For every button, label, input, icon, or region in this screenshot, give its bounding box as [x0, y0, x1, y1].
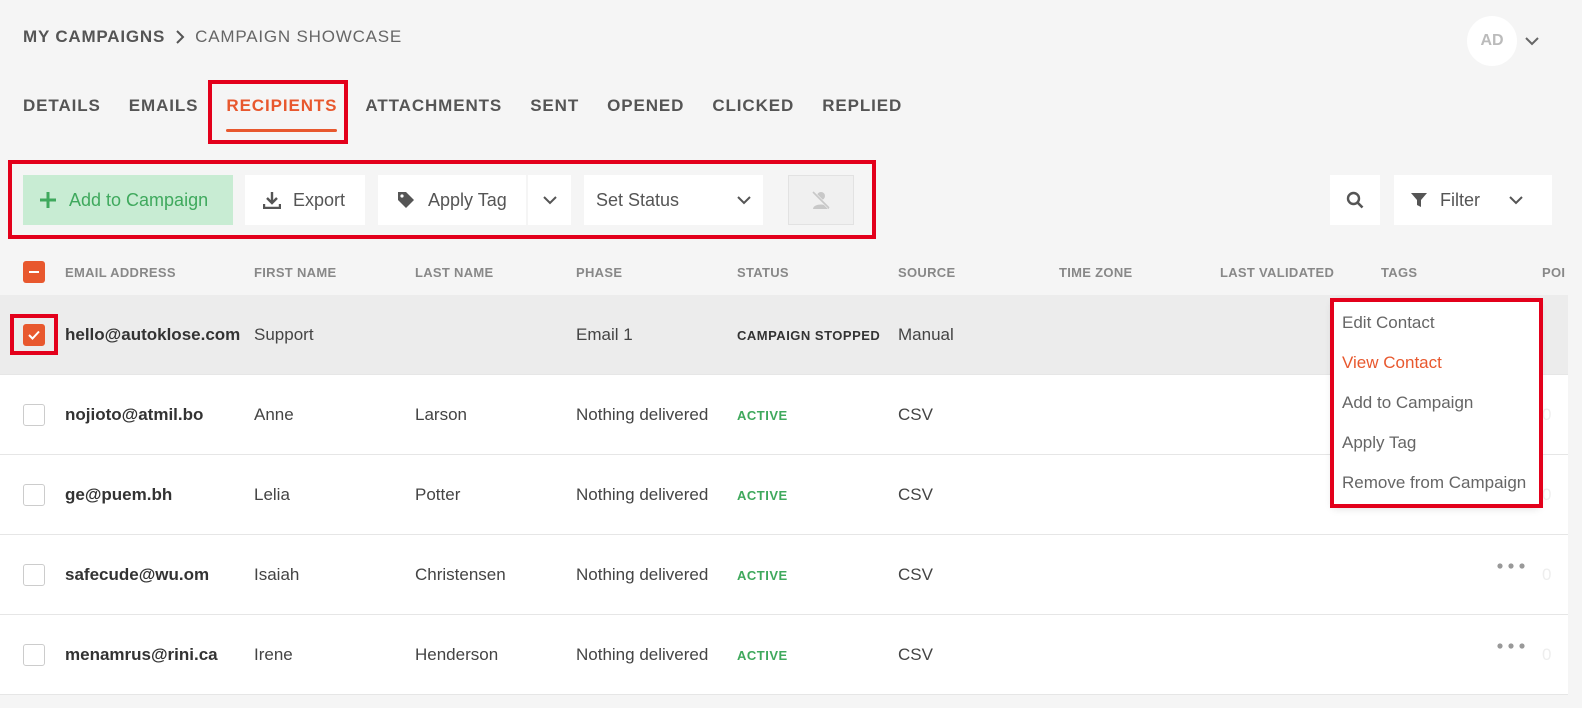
set-status-label: Set Status [596, 189, 680, 210]
tab-recipients[interactable]: RECIPIENTS [226, 96, 338, 132]
search-button[interactable] [1330, 175, 1380, 225]
avatar[interactable]: AD [1467, 16, 1517, 66]
row-context-menu: Edit Contact View Contact Add to Campaig… [1333, 301, 1539, 506]
row-source: Manual [898, 325, 954, 344]
row-extra: 0 [1542, 645, 1552, 664]
chevron-right-icon [175, 30, 185, 44]
user-menu[interactable]: AD [1467, 16, 1539, 66]
row-first-name: Lelia [254, 485, 290, 504]
set-status-select[interactable]: Set Status [584, 175, 763, 225]
row-source: CSV [898, 565, 933, 584]
status-badge: ACTIVE [737, 488, 788, 503]
status-badge: ACTIVE [737, 568, 788, 583]
row-email[interactable]: menamrus@rini.ca [65, 645, 218, 665]
column-source[interactable]: SOURCE [898, 265, 955, 280]
row-first-name: Irene [254, 645, 293, 664]
menu-item-add-to-campaign[interactable]: Add to Campaign [1333, 391, 1539, 431]
breadcrumb: MY CAMPAIGNS CAMPAIGN SHOWCASE [23, 27, 402, 47]
column-tags[interactable]: TAGS [1381, 265, 1417, 280]
filter-label: Filter [1440, 189, 1480, 210]
filter-button[interactable]: Filter [1394, 175, 1552, 225]
row-email[interactable]: hello@autoklose.com [65, 325, 240, 345]
chevron-down-icon [737, 196, 751, 205]
export-label: Export [293, 189, 346, 210]
row-email[interactable]: safecude@wu.om [65, 565, 209, 585]
column-extra[interactable]: POI [1542, 265, 1565, 280]
chevron-down-icon [542, 195, 557, 205]
menu-item-remove-from-campaign[interactable]: Remove from Campaign [1333, 471, 1539, 511]
tab-replied[interactable]: REPLIED [822, 96, 902, 128]
tab-opened[interactable]: OPENED [607, 96, 684, 128]
row-checkbox[interactable] [23, 644, 45, 666]
tab-sent[interactable]: SENT [530, 96, 579, 128]
breadcrumb-current: CAMPAIGN SHOWCASE [195, 27, 403, 46]
row-checkbox[interactable] [23, 404, 45, 426]
add-to-campaign-button[interactable]: Add to Campaign [23, 175, 233, 225]
row-phase: Nothing delivered [576, 485, 709, 504]
row-phase: Nothing delivered [576, 565, 709, 584]
status-badge: CAMPAIGN STOPPED [737, 328, 881, 343]
column-time-zone[interactable]: TIME ZONE [1059, 265, 1132, 280]
chevron-down-icon [1509, 196, 1523, 205]
row-email[interactable]: ge@puem.bh [65, 485, 172, 505]
status-badge: ACTIVE [737, 408, 788, 423]
apply-tag-button[interactable]: Apply Tag [378, 175, 526, 225]
tab-emails[interactable]: EMAILS [129, 96, 199, 128]
row-extra: 0 [1542, 405, 1552, 424]
table-row[interactable]: menamrus@rini.ca Irene Henderson Nothing… [0, 615, 1568, 695]
table-header: EMAIL ADDRESS FIRST NAME LAST NAME PHASE… [0, 250, 1582, 294]
row-source: CSV [898, 485, 933, 504]
row-first-name: Support [254, 325, 314, 344]
column-status[interactable]: STATUS [737, 265, 789, 280]
add-to-campaign-label: Add to Campaign [69, 189, 209, 210]
row-source: CSV [898, 405, 933, 424]
row-phase: Nothing delivered [576, 405, 709, 424]
status-badge: ACTIVE [737, 648, 788, 663]
row-first-name: Anne [254, 405, 294, 424]
more-actions-icon[interactable] [1497, 643, 1525, 649]
row-extra: 0 [1542, 485, 1552, 504]
row-phase: Email 1 [576, 325, 633, 344]
column-email[interactable]: EMAIL ADDRESS [65, 265, 176, 280]
column-last-name[interactable]: LAST NAME [415, 265, 494, 280]
user-off-icon [810, 189, 832, 211]
row-extra: 0 [1542, 565, 1552, 584]
unsubscribe-button[interactable] [788, 175, 854, 225]
column-last-validated[interactable]: LAST VALIDATED [1220, 265, 1334, 280]
row-checkbox[interactable] [23, 324, 45, 346]
row-source: CSV [898, 645, 933, 664]
breadcrumb-my-campaigns[interactable]: MY CAMPAIGNS [23, 27, 165, 47]
column-first-name[interactable]: FIRST NAME [254, 265, 336, 280]
row-last-name: Potter [415, 485, 461, 504]
table-row[interactable]: safecude@wu.om Isaiah Christensen Nothin… [0, 535, 1568, 615]
chevron-down-icon[interactable] [1525, 36, 1539, 46]
row-checkbox[interactable] [23, 484, 45, 506]
tab-bar: DETAILS EMAILS RECIPIENTS ATTACHMENTS SE… [23, 96, 930, 132]
tab-clicked[interactable]: CLICKED [712, 96, 794, 128]
tab-details[interactable]: DETAILS [23, 96, 101, 128]
row-first-name: Isaiah [254, 565, 300, 584]
row-last-name: Christensen [415, 565, 506, 584]
apply-tag-dropdown-button[interactable] [528, 175, 571, 225]
export-button[interactable]: Export [245, 175, 365, 225]
download-icon [263, 191, 281, 209]
row-checkbox[interactable] [23, 564, 45, 586]
tag-icon [396, 190, 416, 210]
select-all-checkbox[interactable] [23, 261, 45, 283]
row-last-name: Henderson [415, 645, 499, 664]
search-icon [1346, 191, 1364, 209]
menu-item-view-contact[interactable]: View Contact [1333, 351, 1539, 391]
tab-attachments[interactable]: ATTACHMENTS [365, 96, 502, 128]
menu-item-apply-tag[interactable]: Apply Tag [1333, 431, 1539, 471]
apply-tag-label: Apply Tag [428, 189, 507, 210]
more-actions-icon[interactable] [1497, 563, 1525, 569]
row-last-name: Larson [415, 405, 467, 424]
column-phase[interactable]: PHASE [576, 265, 622, 280]
row-email[interactable]: nojioto@atmil.bo [65, 405, 203, 425]
plus-icon [39, 191, 57, 209]
menu-item-edit-contact[interactable]: Edit Contact [1333, 311, 1539, 351]
row-phase: Nothing delivered [576, 645, 709, 664]
filter-icon [1410, 191, 1428, 209]
